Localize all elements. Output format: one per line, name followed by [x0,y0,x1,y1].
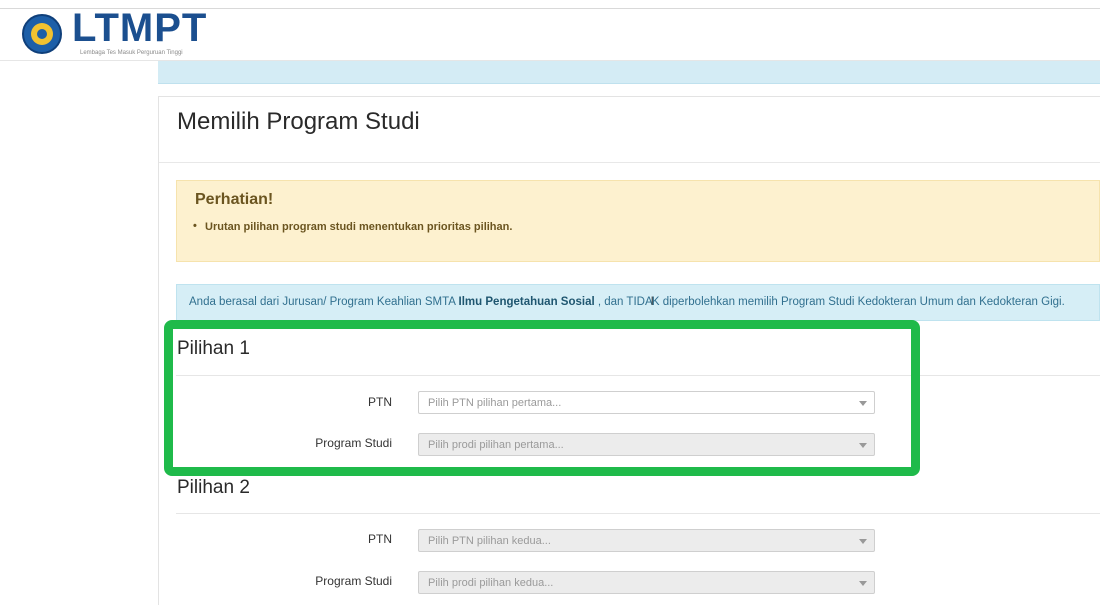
pilihan-2-title: Pilihan 2 [177,477,250,498]
ltmpt-emblem-icon[interactable] [22,14,62,54]
pilihan-2-ptn-label: PTN [368,532,392,546]
select-placeholder: Pilih prodi pilihan kedua... [428,577,554,589]
info-prefix: Anda berasal dari Jurusan/ Program Keahl… [189,296,459,308]
pilihan-2-prodi-label: Program Studi [315,574,392,588]
highlight-box [164,320,920,476]
chevron-down-icon [859,581,867,586]
info-major: Ilmu Pengetahuan Sosial [458,296,595,308]
top-info-strip [158,61,1100,84]
info-text: Anda berasal dari Jurusan/ Program Keahl… [189,296,1065,308]
info-suffix: K diperbolehkan memilih Program Studi Ke… [651,296,1065,308]
logo-text[interactable]: LTMPT [72,6,207,50]
pilihan-2-ptn-select[interactable]: Pilih PTN pilihan kedua... [418,529,875,552]
warning-title: Perhatian! [195,191,274,208]
left-gutter [0,61,158,604]
logo-subtitle: Lembaga Tes Masuk Perguruan Tinggi [80,50,183,56]
select-placeholder: Pilih PTN pilihan kedua... [428,535,551,547]
page-title: Memilih Program Studi [177,108,420,135]
chevron-down-icon [859,539,867,544]
pilihan-2-divider [176,513,1100,514]
title-divider [159,162,1100,163]
warning-list-item: Urutan pilihan program studi menentukan … [193,220,512,233]
info-alert: Anda berasal dari Jurusan/ Program Keahl… [176,284,1100,321]
pilihan-2-prodi-select[interactable]: Pilih prodi pilihan kedua... [418,571,875,594]
warning-alert: Perhatian! Urutan pilihan program studi … [176,180,1100,262]
site-header: LTMPT Lembaga Tes Masuk Perguruan Tinggi [0,0,1100,60]
info-middle: , dan TIDA [594,296,653,308]
